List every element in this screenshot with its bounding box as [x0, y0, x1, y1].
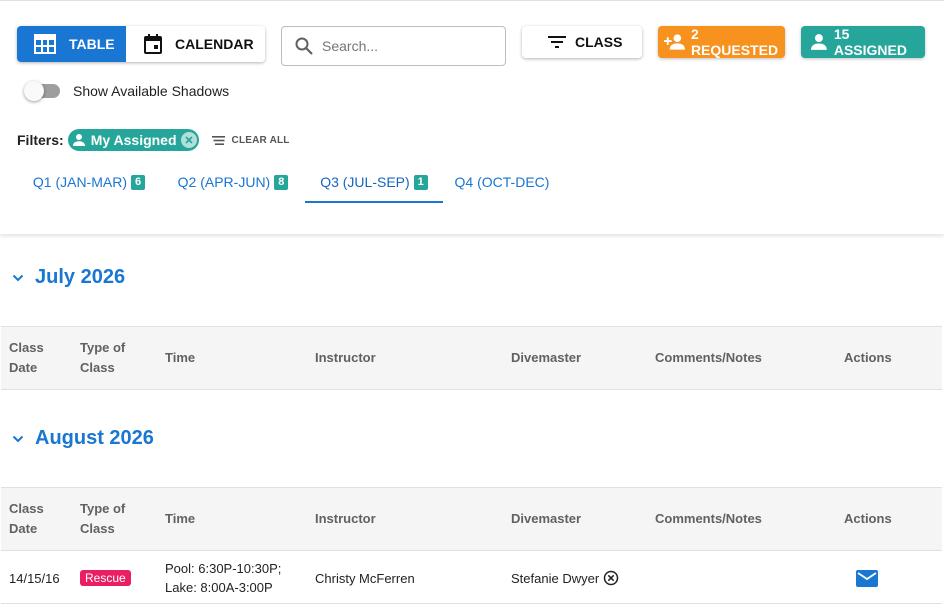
requested-button[interactable]: 2 REQUESTED [658, 26, 785, 58]
search-input[interactable] [322, 38, 492, 54]
header-line: Date [9, 360, 38, 375]
filter-chip-my-assigned[interactable]: My Assigned [67, 129, 199, 151]
class-type-badge: Rescue [80, 570, 131, 586]
clear-all-icon [211, 135, 225, 145]
clear-all-label: CLEAR ALL [231, 134, 290, 146]
filters-label: Filters: [17, 132, 64, 148]
person-icon [70, 131, 88, 149]
header-line: Class [9, 501, 44, 516]
search-box [281, 26, 506, 66]
column-instructor[interactable]: Instructor [315, 327, 376, 389]
quarter-tabs: Q1 (JAN-MAR) 6 Q2 (APR-JUN) 8 Q3 (JUL-SE… [17, 161, 561, 203]
tab-label: Q1 (JAN-MAR) [32, 174, 127, 190]
calendar-view-label: CALENDAR [175, 36, 254, 52]
column-divemaster[interactable]: Divemaster [511, 488, 581, 550]
close-circle-icon[interactable] [180, 132, 197, 148]
count-badge: 1 [413, 174, 428, 190]
column-type-of-class[interactable]: Type of Class [80, 327, 125, 389]
header-line: Class [80, 521, 115, 536]
time-cell: Pool: 6:30P-10:30P; Lake: 8:00A-3:00P [165, 552, 281, 604]
tab-q4[interactable]: Q4 (OCT-DEC) [443, 161, 561, 203]
table-row[interactable]: 14/15/16 Rescue Pool: 6:30P-10:30P; Lake… [1, 552, 942, 604]
calendar-view-button[interactable]: CALENDAR [126, 26, 265, 62]
count-badge: 6 [131, 174, 146, 190]
column-comments[interactable]: Comments/Notes [655, 327, 762, 389]
show-shadows-toggle: Show Available Shadows [24, 81, 230, 101]
type-cell: Rescue [80, 552, 131, 604]
tab-label: Q3 (JUL-SEP) [320, 174, 410, 190]
column-class-date[interactable]: Class Date [9, 327, 44, 389]
chevron-down-icon [12, 274, 24, 281]
view-toggle: TABLE CALENDAR [17, 26, 265, 62]
close-circle-icon[interactable] [603, 570, 619, 586]
column-instructor[interactable]: Instructor [315, 488, 376, 550]
toolbar-panel: TABLE CALENDAR CLASS [0, 0, 944, 234]
class-filter-label: CLASS [575, 34, 623, 50]
show-shadows-label: Show Available Shadows [73, 83, 230, 99]
column-time[interactable]: Time [165, 327, 195, 389]
person-icon [810, 34, 827, 50]
column-time[interactable]: Time [165, 488, 195, 550]
column-type-of-class[interactable]: Type of Class [80, 488, 125, 550]
chevron-down-icon [12, 435, 24, 442]
switch-thumb [24, 81, 44, 101]
tab-label: Q4 (OCT-DEC) [454, 174, 550, 190]
class-date-cell: 14/15/16 [9, 570, 60, 586]
column-divemaster[interactable]: Divemaster [511, 327, 581, 389]
tab-q1[interactable]: Q1 (JAN-MAR) 6 [17, 161, 161, 203]
time-line: Pool: 6:30P-10:30P; [165, 561, 282, 576]
time-line: Lake: 8:00A-3:00P [165, 580, 273, 595]
instructor-cell: Christy McFerren [315, 570, 415, 586]
clear-all-button[interactable]: CLEAR ALL [211, 134, 290, 146]
table-icon [34, 34, 56, 54]
table-header: Class Date Type of Class Time Instructor… [1, 326, 942, 390]
month-heading-august[interactable]: August 2026 [12, 427, 154, 450]
divemaster-name: Stefanie Dwyer [511, 570, 600, 586]
column-actions: Actions [844, 511, 892, 526]
tab-label: Q2 (APR-JUN) [177, 174, 271, 190]
table-view-button[interactable]: TABLE [17, 26, 126, 62]
header-line: Type of [80, 340, 126, 355]
tab-q3[interactable]: Q3 (JUL-SEP) 1 [305, 161, 443, 203]
count-badge: 8 [274, 174, 289, 190]
requested-label: 2 REQUESTED [690, 26, 779, 58]
divemaster-cell: Stefanie Dwyer [511, 552, 619, 604]
header-line: Class [9, 340, 44, 355]
filter-icon [548, 36, 566, 48]
table-header: Class Date Type of Class Time Instructor… [1, 487, 942, 551]
column-actions: Actions [844, 350, 892, 365]
shadows-switch[interactable] [24, 81, 60, 101]
tab-q2[interactable]: Q2 (APR-JUN) 8 [161, 161, 305, 203]
month-heading-july[interactable]: July 2026 [12, 266, 125, 289]
header-line: Date [9, 521, 38, 536]
assigned-button[interactable]: 15 ASSIGNED [801, 26, 925, 58]
person-add-icon [664, 34, 685, 50]
class-filter-button[interactable]: CLASS [522, 26, 642, 58]
filter-chip-label: My Assigned [90, 132, 177, 148]
month-title: August 2026 [35, 427, 154, 449]
month-title: July 2026 [35, 266, 126, 288]
table-view-label: TABLE [69, 36, 115, 52]
filters-row: Filters: My Assigned CLEAR ALL [17, 129, 290, 151]
column-class-date[interactable]: Class Date [9, 488, 44, 550]
header-line: Class [80, 360, 115, 375]
email-icon[interactable] [856, 569, 878, 587]
calendar-icon [144, 34, 162, 54]
header-line: Type of [80, 501, 126, 516]
actions-cell [856, 552, 878, 604]
search-icon [295, 37, 313, 55]
assigned-label: 15 ASSIGNED [833, 26, 907, 58]
column-comments[interactable]: Comments/Notes [655, 488, 762, 550]
